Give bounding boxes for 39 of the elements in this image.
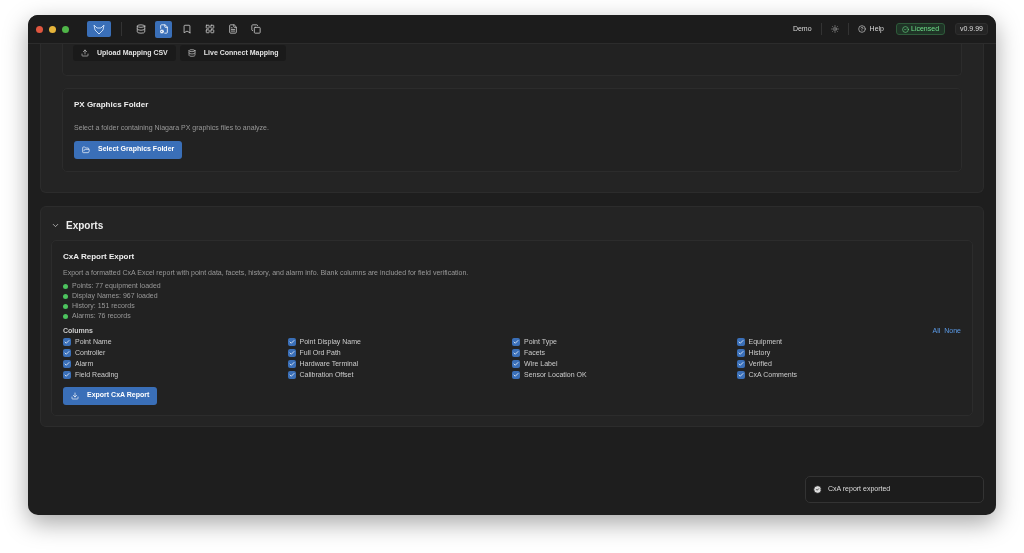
checkbox[interactable]: [63, 349, 71, 357]
checkbox[interactable]: [512, 371, 520, 379]
checkbox[interactable]: [287, 371, 296, 379]
file-icon: [227, 24, 238, 34]
checkbox[interactable]: [512, 360, 520, 368]
database-icon: [187, 49, 196, 57]
checkbox[interactable]: [63, 371, 71, 379]
checkbox[interactable]: [287, 338, 296, 346]
document-icon: [158, 24, 169, 34]
folder-icon: [82, 145, 90, 154]
maximize-window-icon[interactable]: [62, 25, 69, 33]
checkbox[interactable]: [63, 360, 71, 368]
check-circle-icon: [902, 25, 909, 33]
checkbox[interactable]: [287, 349, 296, 357]
database-icon: [135, 24, 146, 34]
checkbox[interactable]: [736, 360, 745, 368]
copy-icon: [250, 24, 261, 34]
help-icon: [857, 25, 866, 33]
exports-header[interactable]: Exports: [51, 218, 104, 233]
logo-button[interactable]: [87, 21, 111, 37]
grid-icon: [204, 24, 215, 34]
checkbox[interactable]: [736, 349, 745, 357]
minimize-window-icon[interactable]: [49, 25, 56, 33]
check-circle-icon: [813, 485, 822, 494]
checkbox[interactable]: [512, 338, 520, 346]
checkbox[interactable]: [287, 360, 296, 368]
card-title: CxA Report Export: [63, 250, 136, 263]
close-window-icon[interactable]: [36, 25, 43, 33]
theme-toggle-icon[interactable]: [830, 25, 839, 33]
checkbox[interactable]: [63, 338, 71, 346]
chevron-down-icon: [51, 221, 60, 230]
download-icon: [71, 391, 79, 400]
checkbox[interactable]: [736, 338, 745, 346]
checkbox[interactable]: [736, 371, 745, 379]
toolbar-button[interactable]: [155, 20, 172, 38]
upload-icon: [81, 49, 89, 57]
bookmark-icon: [181, 24, 192, 34]
card-title: PX Graphics Folder: [74, 99, 150, 111]
checkbox[interactable]: [512, 349, 520, 357]
